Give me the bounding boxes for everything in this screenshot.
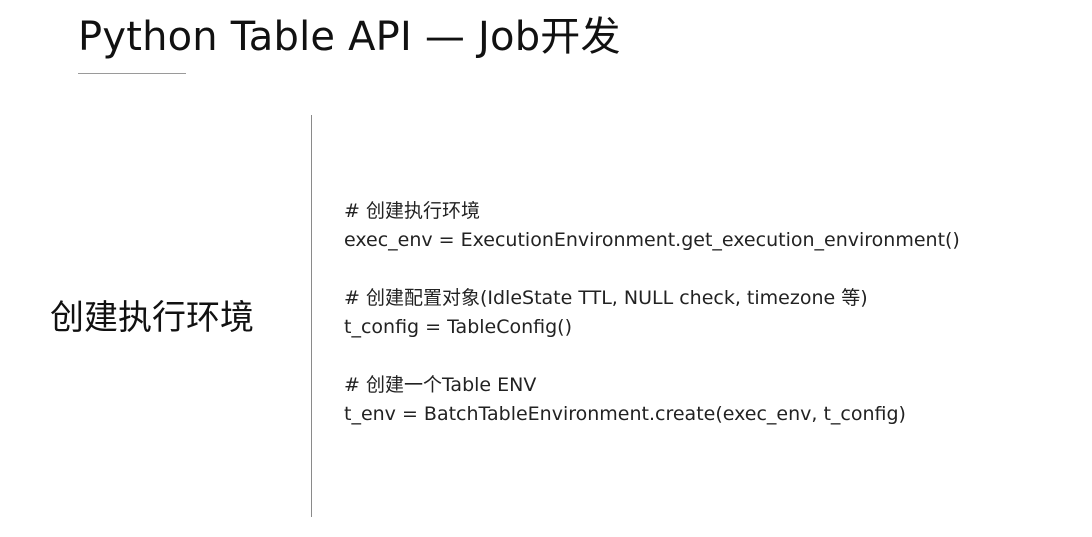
code-spacer xyxy=(344,342,1064,371)
code-spacer xyxy=(344,255,1064,284)
code-comment-table-env: # 创建一个Table ENV xyxy=(344,374,537,396)
code-line-config: t_config = TableConfig() xyxy=(344,316,573,338)
title-underline xyxy=(78,73,186,74)
code-line-table-env: t_env = BatchTableEnvironment.create(exe… xyxy=(344,403,906,425)
slide: Python Table API — Job开发 创建执行环境 # 创建执行环境… xyxy=(0,0,1092,537)
page-title: Python Table API — Job开发 xyxy=(78,14,621,60)
code-comment-exec-env: # 创建执行环境 xyxy=(344,200,480,222)
code-line-exec-env: exec_env = ExecutionEnvironment.get_exec… xyxy=(344,229,960,251)
section-label: 创建执行环境 xyxy=(50,298,254,338)
code-comment-config: # 创建配置对象(IdleState TTL, NULL check, time… xyxy=(344,287,868,309)
code-block: # 创建执行环境 exec_env = ExecutionEnvironment… xyxy=(344,197,1064,429)
vertical-divider xyxy=(311,115,312,517)
